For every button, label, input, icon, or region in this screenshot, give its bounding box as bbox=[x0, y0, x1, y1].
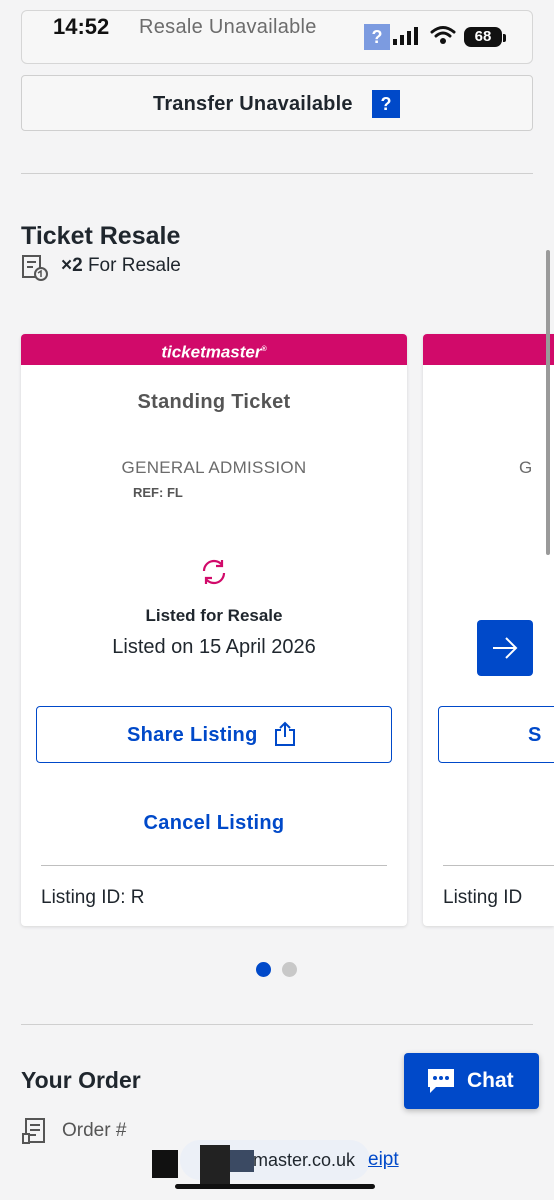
ticket-card: ticketmaster® Standing Ticket GENERAL AD… bbox=[21, 334, 407, 926]
listing-id-partial: Listing ID bbox=[443, 887, 523, 908]
pagination-dot[interactable] bbox=[282, 962, 297, 977]
order-link-domain[interactable]: master.co.uk bbox=[253, 1150, 355, 1171]
battery-indicator: 68 bbox=[464, 27, 506, 47]
arrow-right-icon bbox=[493, 637, 518, 659]
card-divider bbox=[41, 865, 387, 866]
next-card-button[interactable] bbox=[477, 620, 533, 676]
ticket-ref: REF: FL bbox=[133, 485, 183, 500]
transfer-unavailable-label: Transfer Unavailable bbox=[153, 93, 353, 115]
cancel-listing-button[interactable]: Cancel Listing bbox=[21, 812, 407, 835]
redaction-block bbox=[230, 1150, 254, 1172]
share-icon bbox=[275, 721, 295, 746]
order-number-label: Order # bbox=[62, 1120, 127, 1141]
ticket-resale-title: Ticket Resale bbox=[21, 222, 181, 250]
card-divider bbox=[443, 865, 554, 866]
scrollbar-thumb[interactable] bbox=[546, 250, 550, 555]
listing-date: Listed on 15 April 2026 bbox=[112, 636, 316, 658]
share-listing-button-partial[interactable]: S bbox=[438, 706, 554, 763]
ticketmaster-logo-mark: ® bbox=[261, 346, 267, 353]
chat-button[interactable]: Chat bbox=[404, 1053, 539, 1109]
redaction-block bbox=[200, 1145, 230, 1187]
ticket-type: Standing Ticket bbox=[137, 391, 291, 413]
ticketmaster-header bbox=[423, 334, 554, 365]
resale-unavailable-label: Resale Unavailable bbox=[139, 16, 317, 38]
resale-count-label: For Resale bbox=[87, 255, 181, 276]
pagination-dot-active[interactable] bbox=[256, 962, 271, 977]
share-listing-button[interactable]: Share Listing bbox=[36, 706, 392, 763]
resale-help-icon[interactable]: ? bbox=[364, 24, 390, 50]
chat-label: Chat bbox=[467, 1069, 514, 1092]
order-receipt-icon bbox=[22, 1118, 45, 1144]
share-listing-label-partial: S bbox=[528, 724, 542, 746]
ticketmaster-header: ticketmaster® bbox=[21, 334, 407, 365]
resale-count: ×2 For Resale bbox=[61, 255, 181, 277]
ticket-section-partial: G bbox=[519, 458, 533, 477]
your-order-title: Your Order bbox=[21, 1067, 141, 1093]
redaction-stroke bbox=[175, 1184, 375, 1189]
listing-status: Listed for Resale bbox=[145, 606, 283, 625]
ticket-resale-icon bbox=[22, 255, 48, 281]
status-time: 14:52 bbox=[53, 14, 110, 39]
ticket-section: GENERAL ADMISSION bbox=[121, 458, 307, 477]
transfer-unavailable-button[interactable]: Transfer Unavailable ? bbox=[21, 75, 533, 131]
ticketmaster-logo: ticketmaster bbox=[161, 342, 262, 362]
chat-icon bbox=[428, 1069, 454, 1093]
share-listing-label: Share Listing bbox=[127, 724, 258, 746]
signal-icon bbox=[393, 27, 418, 45]
view-receipt-link[interactable]: eipt bbox=[368, 1149, 399, 1171]
wifi-icon bbox=[430, 26, 456, 44]
transfer-help-icon[interactable]: ? bbox=[372, 90, 400, 118]
redaction-block bbox=[152, 1150, 178, 1178]
resale-refresh-icon bbox=[202, 559, 226, 585]
listing-id: Listing ID: R bbox=[41, 887, 145, 908]
resale-count-number: ×2 bbox=[61, 255, 83, 276]
section-divider bbox=[21, 1024, 533, 1025]
section-divider bbox=[21, 173, 533, 174]
